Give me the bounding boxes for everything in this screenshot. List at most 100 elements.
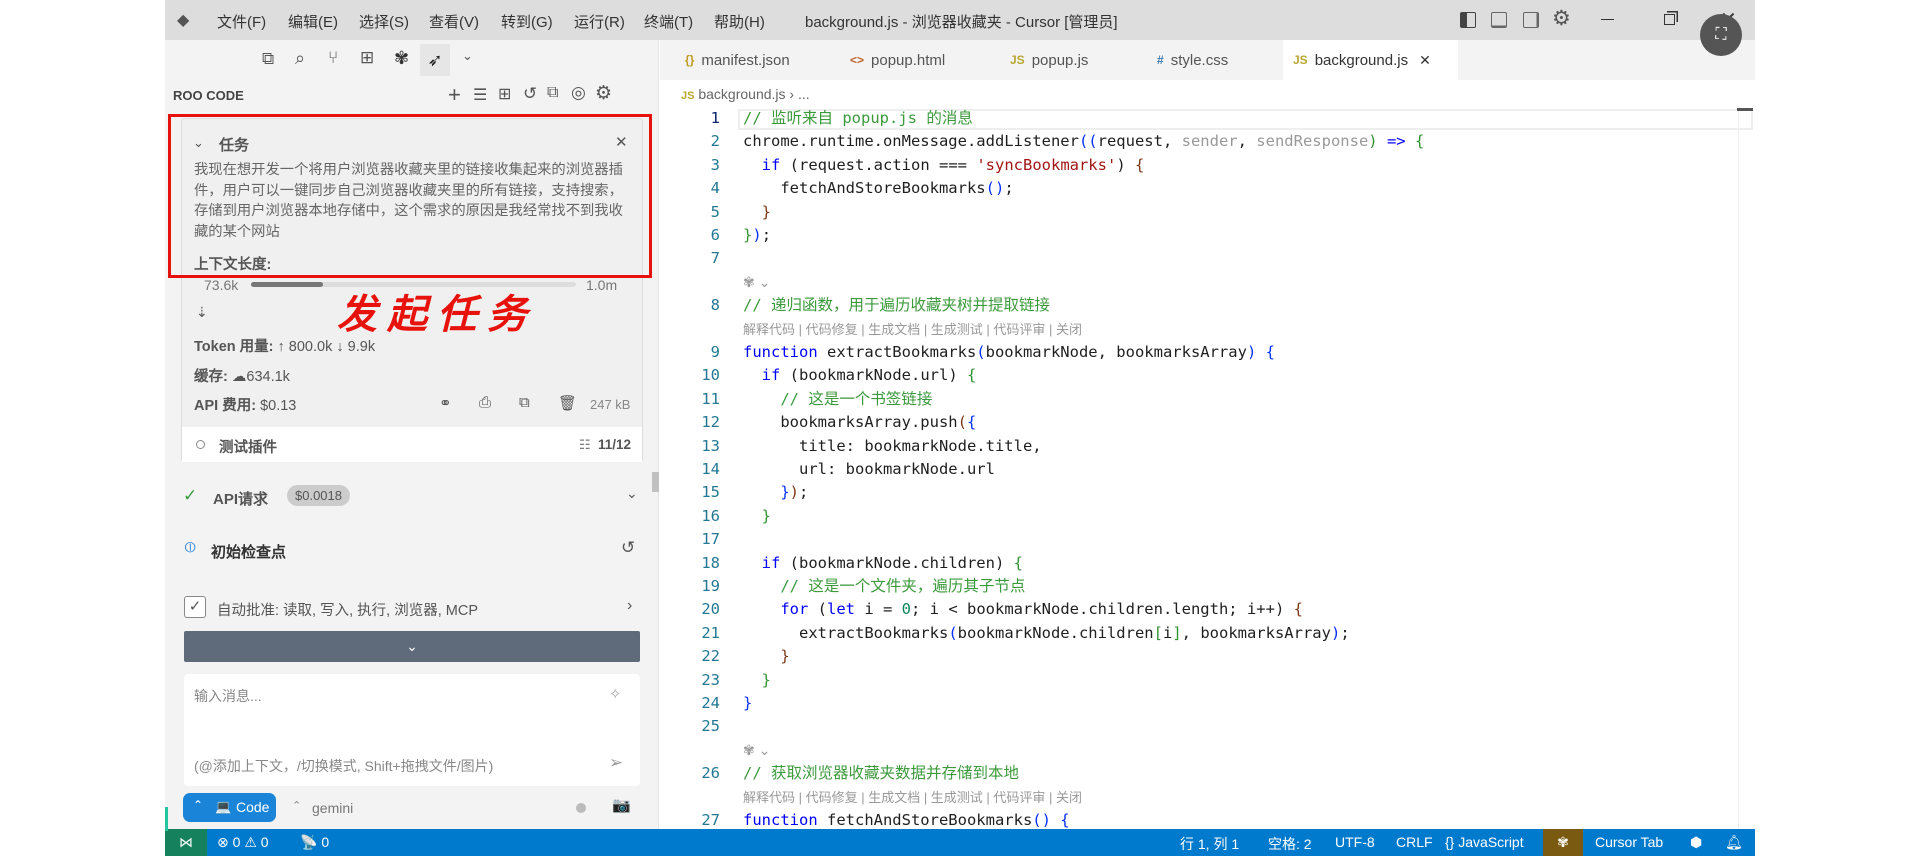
explorer-icon[interactable]: ⧉ bbox=[262, 49, 274, 69]
cursor-tab-status[interactable]: Cursor Tab bbox=[1595, 834, 1663, 850]
cursor-position[interactable]: 行 1, 列 1 bbox=[1180, 834, 1239, 854]
tab-popup-html[interactable]: <> popup.html bbox=[840, 40, 985, 80]
menu-file[interactable]: 文件(F) bbox=[217, 11, 266, 32]
camera-icon[interactable]: 📷 bbox=[612, 796, 631, 814]
translate-icon[interactable]: ⛶ bbox=[1700, 14, 1742, 56]
tab-style-css[interactable]: # style.css bbox=[1147, 40, 1272, 80]
chevron-up-icon[interactable]: ⌃ bbox=[292, 799, 301, 812]
code-lens-actions[interactable]: 解释代码 | 代码修复 | 生成文档 | 生成测试 | 代码评审 | 关闭 bbox=[743, 786, 1082, 809]
cursor-agent-icon[interactable]: ✾ bbox=[394, 48, 409, 69]
close-tab-icon[interactable]: ✕ bbox=[1419, 52, 1431, 69]
chevron-right-icon[interactable]: › bbox=[627, 597, 632, 615]
scroll-to-bottom-button[interactable]: ⌄ bbox=[184, 631, 640, 662]
breadcrumb-symbol[interactable]: ... bbox=[798, 86, 810, 102]
auto-approve-checkbox[interactable]: ✓ bbox=[184, 596, 206, 618]
notifications-bell-icon[interactable]: 🔔︎ bbox=[1725, 834, 1743, 851]
tab-popup-js[interactable]: JS popup.js bbox=[1000, 40, 1130, 80]
cursor-codelens-icon[interactable]: ✾ ⌄ bbox=[743, 271, 770, 294]
account-icon[interactable]: ◎ bbox=[571, 83, 586, 103]
menu-terminal[interactable]: 终端(T) bbox=[644, 11, 693, 32]
problems-indicator[interactable]: ⊗ 0 ⚠ 0 bbox=[217, 834, 269, 851]
code-line[interactable]: chrome.runtime.onMessage.addListener((re… bbox=[743, 130, 1424, 153]
chevron-down-icon[interactable]: ⌄ bbox=[462, 48, 473, 64]
copy-icon[interactable]: ⧉ bbox=[519, 394, 530, 411]
code-line[interactable]: }); bbox=[743, 224, 771, 247]
tab-background-js[interactable]: JS background.js ✕ bbox=[1283, 40, 1458, 80]
breadcrumb-file[interactable]: background.js bbox=[698, 86, 785, 102]
indentation[interactable]: 空格: 2 bbox=[1268, 834, 1312, 854]
api-request-row[interactable]: ✓ API请求 $0.0018 ⌄ bbox=[181, 480, 643, 515]
code-line[interactable]: // 监听来自 popup.js 的消息 bbox=[743, 107, 973, 130]
code-line[interactable]: if (bookmarkNode.url) { bbox=[743, 364, 977, 387]
cursor-agent-status-icon[interactable]: ✾ bbox=[1543, 829, 1583, 856]
mcp-servers-icon[interactable]: ⊞ bbox=[498, 84, 511, 104]
extensions-icon[interactable]: ⊞ bbox=[360, 48, 374, 68]
search-icon[interactable]: ⌕ bbox=[295, 48, 305, 69]
open-in-editor-icon[interactable]: ⧉ bbox=[547, 84, 558, 102]
code-line[interactable]: extractBookmarks(bookmarkNode.children[i… bbox=[743, 622, 1350, 645]
history-icon[interactable]: ↺ bbox=[523, 84, 537, 104]
new-task-plus-icon[interactable]: + bbox=[448, 82, 461, 108]
restore-icon[interactable] bbox=[1664, 14, 1675, 25]
ports-indicator[interactable]: 📡 0 bbox=[300, 834, 329, 851]
roo-status-icon[interactable]: ⬢ bbox=[1690, 834, 1702, 851]
code-line[interactable]: bookmarksArray.push({ bbox=[743, 411, 976, 434]
delete-trash-icon[interactable]: 🗑 bbox=[558, 394, 577, 412]
code-line[interactable]: }); bbox=[743, 481, 808, 504]
editor-scrollbar[interactable] bbox=[1737, 108, 1753, 111]
enhance-prompt-sparkle-icon[interactable]: ✧ bbox=[609, 685, 622, 703]
menu-edit[interactable]: 编辑(E) bbox=[288, 11, 338, 32]
encoding[interactable]: UTF-8 bbox=[1335, 834, 1375, 850]
condense-context-icon[interactable]: ⇣ bbox=[196, 304, 208, 321]
share-link-icon[interactable]: ⚭ bbox=[439, 394, 452, 412]
todo-row[interactable]: 测试插件 ☷ 11/12 bbox=[182, 427, 642, 462]
mode-selector-button[interactable]: ⌃ 💻 Code bbox=[183, 793, 276, 822]
chat-input[interactable]: 输入消息... ✧ (@添加上下文，/切换模式, Shift+拖拽文件/图片) … bbox=[184, 674, 640, 786]
send-icon[interactable]: ➢ bbox=[609, 753, 623, 773]
remote-indicator-icon[interactable]: ⋈ bbox=[165, 829, 207, 856]
tab-manifest-json[interactable]: {} manifest.json bbox=[675, 40, 825, 80]
auto-approve-row[interactable]: ✓ 自动批准: 读取, 写入, 执行, 浏览器, MCP › bbox=[181, 595, 643, 623]
code-line[interactable]: } bbox=[743, 505, 771, 528]
source-control-icon[interactable]: ⑂ bbox=[328, 48, 338, 68]
code-line[interactable]: fetchAndStoreBookmarks(); bbox=[743, 177, 1013, 200]
expand-chevron-icon[interactable]: ⌄ bbox=[626, 485, 638, 502]
code-line[interactable]: } bbox=[743, 645, 789, 668]
settings-gear-icon[interactable]: ⚙ bbox=[1552, 6, 1571, 31]
code-line[interactable]: // 这是一个文件夹，遍历其子节点 bbox=[743, 575, 1025, 598]
model-selector[interactable]: gemini bbox=[312, 800, 353, 816]
roo-code-kangaroo-icon[interactable]: ➶ bbox=[420, 44, 450, 76]
menu-help[interactable]: 帮助(H) bbox=[714, 11, 765, 32]
menu-selection[interactable]: 选择(S) bbox=[359, 11, 409, 32]
code-line[interactable]: if (bookmarkNode.children) { bbox=[743, 552, 1023, 575]
sidebar-scrollbar[interactable] bbox=[652, 472, 659, 492]
minimize-icon[interactable] bbox=[1601, 19, 1614, 20]
toggle-panel-icon[interactable] bbox=[1491, 12, 1507, 28]
code-line[interactable]: for (let i = 0; i < bookmarkNode.childre… bbox=[743, 598, 1303, 621]
code-line[interactable]: // 获取浏览器收藏夹数据并存储到本地 bbox=[743, 762, 1019, 785]
code-line[interactable]: url: bookmarkNode.url bbox=[743, 458, 995, 481]
code-lens-actions[interactable]: 解释代码 | 代码修复 | 生成文档 | 生成测试 | 代码评审 | 关闭 bbox=[743, 318, 1082, 341]
code-line[interactable]: } bbox=[743, 692, 752, 715]
toggle-primary-sidebar-icon[interactable] bbox=[1460, 12, 1476, 28]
menu-go[interactable]: 转到(G) bbox=[501, 11, 553, 32]
code-line[interactable]: title: bookmarkNode.title, bbox=[743, 435, 1042, 458]
cursor-codelens-icon[interactable]: ✾ ⌄ bbox=[743, 739, 770, 762]
code-line[interactable]: } bbox=[743, 201, 771, 224]
menu-run[interactable]: 运行(R) bbox=[574, 11, 625, 32]
restore-checkpoint-icon[interactable]: ↺ bbox=[621, 538, 635, 558]
line-ending[interactable]: CRLF bbox=[1396, 834, 1433, 850]
prompts-icon[interactable]: ☰ bbox=[473, 85, 487, 105]
line-number: 8 bbox=[710, 296, 720, 315]
code-line[interactable]: function extractBookmarks(bookmarkNode, … bbox=[743, 341, 1275, 364]
line-number: 13 bbox=[701, 436, 720, 455]
code-line[interactable]: // 这是一个书签链接 bbox=[743, 388, 932, 411]
menu-view[interactable]: 查看(V) bbox=[429, 11, 479, 32]
code-line[interactable]: // 递归函数，用于遍历收藏夹树并提取链接 bbox=[743, 294, 1050, 317]
code-line[interactable]: if (request.action === 'syncBookmarks') … bbox=[743, 154, 1145, 177]
language-mode[interactable]: {} JavaScript bbox=[1445, 834, 1524, 850]
toggle-secondary-sidebar-icon[interactable] bbox=[1523, 12, 1539, 28]
settings-icon[interactable]: ⚙ bbox=[595, 82, 612, 105]
export-icon[interactable]: ⎙ bbox=[479, 394, 491, 411]
code-line[interactable]: } bbox=[743, 669, 771, 692]
